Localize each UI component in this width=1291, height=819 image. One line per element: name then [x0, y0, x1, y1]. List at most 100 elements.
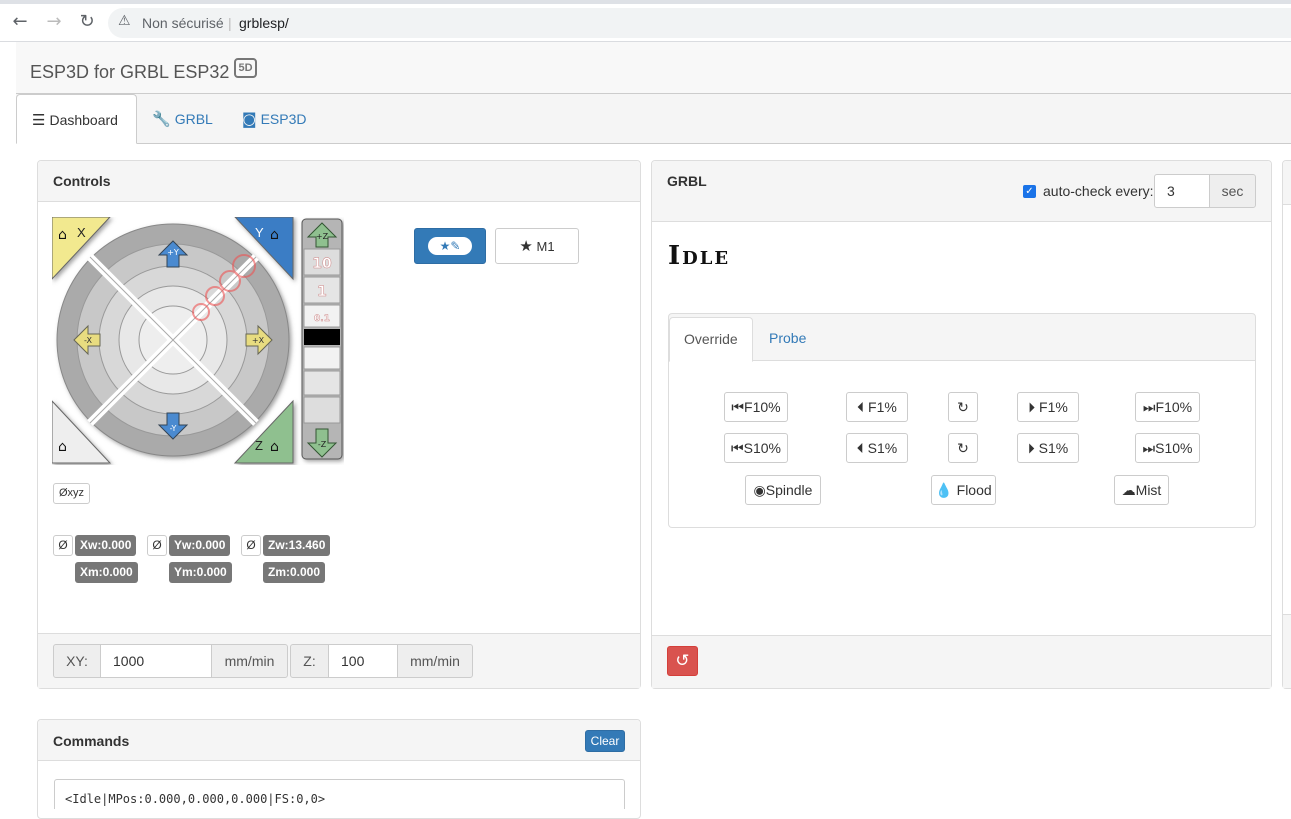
zero-xyz-button[interactable]: Øxyz: [53, 483, 90, 504]
speed-plus-10-button[interactable]: ⏭S10%: [1135, 433, 1200, 463]
minus-x-label: -X: [84, 336, 92, 345]
macro-m1-button[interactable]: ★ M1: [495, 228, 579, 264]
commands-title: Commands: [53, 733, 130, 749]
autocheck-interval-input[interactable]: 3: [1154, 174, 1210, 208]
home-icon: ⌂: [58, 439, 67, 455]
home-y-label: Y: [255, 225, 264, 240]
controls-heading: Controls: [38, 161, 640, 202]
plus-x-label: +X: [252, 336, 265, 345]
side-panel-partial: [1282, 160, 1291, 689]
controls-footer: XY: 1000 mm/min Z: 100 mm/min: [38, 633, 640, 688]
step-forward-icon: ⏵: [1027, 441, 1035, 457]
clear-button[interactable]: Clear: [585, 730, 625, 752]
z-feedrate-group: Z: 100 mm/min: [290, 644, 474, 678]
home-icon: ⌂: [58, 227, 67, 243]
override-pane: ⏮F10% ⏴ F1% ↻ ⏵ F1% ⏭F10% ⏮S10% ⏴ S1% ↻ …: [668, 360, 1256, 528]
macro-m1-label: M1: [536, 239, 555, 254]
xy-feedrate-input[interactable]: 1000: [100, 644, 212, 678]
z-step-1-label: 1: [317, 284, 327, 300]
home-icon: ⌂: [270, 439, 279, 455]
speed-reset-button[interactable]: ↻: [948, 433, 978, 463]
grbl-footer: ↺: [652, 635, 1271, 688]
refresh-icon: ↻: [957, 441, 969, 457]
speed-minus-1-button[interactable]: ⏴ S1%: [846, 433, 908, 463]
controls-title: Controls: [53, 173, 111, 189]
star-edit-icon: ★✎: [428, 237, 472, 255]
z-machine-position: Zm:0.000: [263, 562, 326, 583]
plus-z-label: +Z: [316, 232, 329, 241]
speed-plus-1-button[interactable]: ⏵ S1%: [1017, 433, 1079, 463]
z-feedrate-input[interactable]: 100: [328, 644, 398, 678]
grbl-panel: GRBL ✓ auto-check every: 3 sec Idle Over…: [651, 160, 1272, 689]
xy-feedrate-unit: mm/min: [211, 644, 288, 678]
tab-override[interactable]: Override: [669, 317, 753, 362]
step-backward-icon: ⏴: [856, 441, 864, 457]
esp-icon: ◙: [242, 110, 257, 128]
grbl-heading: GRBL ✓ auto-check every: 3 sec: [652, 161, 1271, 222]
address-bar[interactable]: ⚠ Non sécurisé | grblesp/: [108, 8, 1291, 38]
autocheck-label: auto-check every:: [1043, 183, 1154, 199]
fast-forward-icon: ⏭: [1142, 400, 1156, 416]
command-output: <Idle|MPos:0.000,0.000,0.000|FS:0,0>: [54, 779, 625, 809]
home-z-label: Z: [255, 438, 263, 453]
y-machine-position: Ym:0.000: [169, 562, 232, 583]
macro-edit-button[interactable]: ★✎: [414, 228, 486, 264]
tab-grbl[interactable]: 🔧 GRBL: [152, 94, 227, 143]
mist-toggle-button[interactable]: ☁Mist: [1114, 475, 1169, 505]
url-separator: |: [228, 15, 232, 31]
url-text[interactable]: grblesp/: [239, 15, 289, 31]
side-panel-heading: [1283, 161, 1291, 205]
speed-minus-10-button[interactable]: ⏮S10%: [724, 433, 788, 463]
warning-icon: ⚠: [118, 13, 131, 29]
z-step-10-label: 10: [312, 256, 332, 272]
fast-forward-icon: ⏭: [1142, 441, 1156, 457]
side-panel-footer: [1283, 614, 1291, 688]
drop-icon: 💧: [935, 483, 953, 499]
x-machine-position: Xm:0.000: [75, 562, 138, 583]
flood-toggle-button[interactable]: 💧 Flood: [931, 475, 996, 505]
main-tabs: ☰ Dashboard 🔧 GRBL ◙ ESP3D: [16, 94, 1291, 144]
star-icon: ★: [519, 237, 533, 255]
z-step-01-down[interactable]: [303, 346, 341, 370]
zero-y-button[interactable]: Ø: [147, 535, 167, 556]
commands-panel: Commands Clear <Idle|MPos:0.000,0.000,0.…: [37, 719, 641, 819]
feed-plus-10-button[interactable]: ⏭F10%: [1135, 392, 1200, 422]
app-header: ESP3D for GRBL ESP32 5D: [16, 42, 1291, 94]
spindle-toggle-button[interactable]: ◉Spindle: [745, 475, 821, 505]
forward-arrow-icon[interactable]: →: [42, 10, 66, 34]
zero-x-button[interactable]: Ø: [53, 535, 73, 556]
tab-probe[interactable]: Probe: [755, 317, 820, 362]
reset-icon: ↺: [675, 651, 690, 671]
z-feedrate-unit: mm/min: [397, 644, 473, 678]
fast-backward-icon: ⏮: [731, 400, 745, 416]
z-step-1-down[interactable]: [303, 370, 341, 396]
grbl-subtabs: Override Probe: [668, 313, 1256, 362]
app-title: ESP3D for GRBL ESP32: [30, 62, 230, 82]
feed-minus-1-button[interactable]: ⏴ F1%: [846, 392, 908, 422]
zero-z-button[interactable]: Ø: [241, 535, 261, 556]
back-arrow-icon[interactable]: ←: [8, 10, 32, 34]
minus-z-label: -Z: [318, 440, 327, 449]
feed-plus-1-button[interactable]: ⏵ F1%: [1017, 392, 1079, 422]
cloud-icon: ☁: [1121, 483, 1136, 499]
tab-dashboard[interactable]: ☰ Dashboard: [16, 94, 137, 144]
grbl-title: GRBL: [667, 173, 707, 189]
security-status: Non sécurisé: [142, 15, 224, 31]
step-forward-icon: ⏵: [1028, 400, 1036, 416]
feed-minus-10-button[interactable]: ⏮F10%: [724, 392, 788, 422]
xy-feedrate-label: XY:: [53, 644, 101, 678]
minus-y-label: -Y: [170, 424, 177, 433]
refresh-icon: ↻: [957, 400, 969, 416]
feed-reset-button[interactable]: ↻: [948, 392, 978, 422]
tab-esp3d[interactable]: ◙ ESP3D: [242, 94, 322, 143]
z-feedrate-label: Z:: [290, 644, 329, 678]
controls-panel: Controls +Y -Y +X -X ⌂ X Y ⌂ ⌂ Z ⌂ +Z 10…: [37, 160, 641, 689]
commands-heading: Commands Clear: [38, 720, 640, 761]
step-backward-icon: ⏴: [857, 400, 865, 416]
reload-icon[interactable]: ↻: [75, 10, 99, 34]
z-step-10-down[interactable]: [303, 396, 341, 424]
plus-y-label: +Y: [167, 248, 179, 257]
autocheck-checkbox[interactable]: ✓: [1023, 185, 1036, 198]
soft-reset-button[interactable]: ↺: [667, 646, 698, 676]
jog-control[interactable]: +Y -Y +X -X ⌂ X Y ⌂ ⌂ Z ⌂ +Z 10 1 0.1 -Z: [52, 217, 344, 465]
